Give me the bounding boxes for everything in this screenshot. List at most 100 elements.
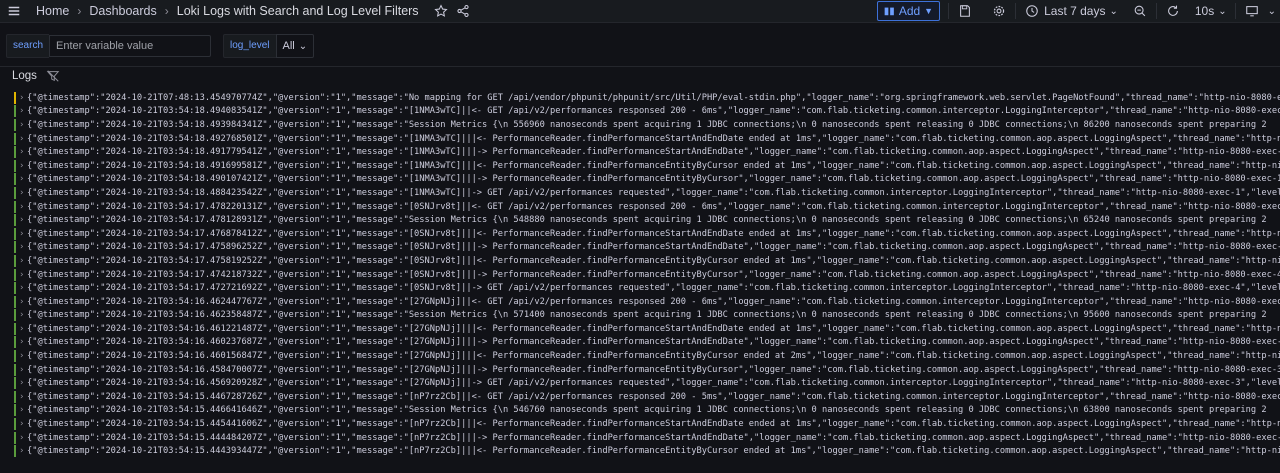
expand-chevron-icon[interactable]: ›: [19, 378, 27, 388]
refresh-interval-picker[interactable]: 10s ⌄: [1195, 4, 1227, 18]
chevron-down-icon[interactable]: ⌄: [1268, 6, 1276, 17]
expand-chevron-icon[interactable]: ›: [19, 433, 27, 443]
expand-chevron-icon[interactable]: ›: [19, 297, 27, 307]
log-row[interactable]: › {"@timestamp":"2024-10-21T03:54:16.4584…: [14, 363, 1280, 377]
chevron-down-icon: ⌄: [1109, 5, 1118, 17]
expand-chevron-icon[interactable]: ›: [19, 337, 27, 347]
clock-icon: [1024, 3, 1040, 19]
log-row[interactable]: › {"@timestamp":"2024-10-21T07:48:13.4549…: [14, 91, 1280, 105]
expand-chevron-icon[interactable]: ›: [19, 202, 27, 212]
breadcrumb-dashboards[interactable]: Dashboards: [89, 4, 156, 18]
log-level-indicator: [14, 350, 16, 363]
top-navbar: Home › Dashboards › Loki Logs with Searc…: [0, 0, 1280, 23]
log-row[interactable]: › {"@timestamp":"2024-10-21T03:54:17.4768…: [14, 227, 1280, 241]
log-row[interactable]: › {"@timestamp":"2024-10-21T03:54:17.4758…: [14, 241, 1280, 255]
log-level-indicator: [14, 186, 16, 199]
expand-chevron-icon[interactable]: ›: [19, 446, 27, 456]
chevron-right-icon: ›: [77, 4, 82, 18]
log-row[interactable]: › {"@timestamp":"2024-10-21T03:54:17.4742…: [14, 268, 1280, 282]
log-level-indicator: [14, 282, 16, 295]
log-row[interactable]: › {"@timestamp":"2024-10-21T03:54:15.4454…: [14, 417, 1280, 431]
log-row[interactable]: › {"@timestamp":"2024-10-21T03:54:18.4939…: [14, 118, 1280, 132]
log-message: {"@timestamp":"2024-10-21T03:54:15.44448…: [27, 432, 1280, 443]
breadcrumb-home[interactable]: Home: [36, 4, 69, 18]
log-row[interactable]: › {"@timestamp":"2024-10-21T03:54:15.4467…: [14, 390, 1280, 404]
logs-panel: Logs › {"@timestamp":"2024-10-21T07:48:13…: [0, 66, 1280, 473]
log-level-indicator: [14, 431, 16, 444]
log-level-indicator: [14, 241, 16, 254]
time-range-picker[interactable]: Last 7 days ⌄: [1024, 3, 1118, 19]
log-message: {"@timestamp":"2024-10-21T03:54:15.44672…: [27, 391, 1280, 402]
expand-chevron-icon[interactable]: ›: [19, 310, 27, 320]
log-row[interactable]: › {"@timestamp":"2024-10-21T03:54:16.4601…: [14, 349, 1280, 363]
log-row[interactable]: › {"@timestamp":"2024-10-21T03:54:16.4569…: [14, 376, 1280, 390]
search-variable-label: search: [6, 34, 50, 58]
search-input[interactable]: [49, 35, 212, 57]
log-row[interactable]: › {"@timestamp":"2024-10-21T03:54:17.4781…: [14, 213, 1280, 227]
expand-chevron-icon[interactable]: ›: [19, 93, 27, 103]
log-row[interactable]: › {"@timestamp":"2024-10-21T03:54:15.4444…: [14, 431, 1280, 445]
log-level-indicator: [14, 377, 16, 390]
breadcrumb: Home › Dashboards › Loki Logs with Searc…: [6, 3, 471, 19]
log-row[interactable]: › {"@timestamp":"2024-10-21T03:54:18.4916…: [14, 159, 1280, 173]
log-row[interactable]: › {"@timestamp":"2024-10-21T03:54:16.4612…: [14, 322, 1280, 336]
expand-chevron-icon[interactable]: ›: [19, 188, 27, 198]
toolbar: ▮▮ Add ▼ Last 7 days ⌄ 10s ⌄ ⌄: [876, 0, 1276, 22]
log-row[interactable]: › {"@timestamp":"2024-10-21T03:54:17.4758…: [14, 254, 1280, 268]
refresh-icon[interactable]: [1165, 3, 1181, 19]
expand-chevron-icon[interactable]: ›: [19, 392, 27, 402]
expand-chevron-icon[interactable]: ›: [19, 106, 27, 116]
expand-chevron-icon[interactable]: ›: [19, 229, 27, 239]
expand-chevron-icon[interactable]: ›: [19, 215, 27, 225]
divider: [1234, 3, 1236, 19]
log-row[interactable]: › {"@timestamp":"2024-10-21T03:54:17.4727…: [14, 281, 1280, 295]
log-row[interactable]: › {"@timestamp":"2024-10-21T03:54:15.4443…: [14, 444, 1280, 458]
log-message: {"@timestamp":"2024-10-21T03:54:16.46244…: [27, 296, 1280, 307]
log-message: {"@timestamp":"2024-10-21T03:54:16.46122…: [27, 323, 1280, 334]
log-row[interactable]: › {"@timestamp":"2024-10-21T03:54:18.4917…: [14, 145, 1280, 159]
log-level-value: All: [282, 40, 295, 52]
expand-chevron-icon[interactable]: ›: [19, 283, 27, 293]
refresh-interval-label: 10s: [1194, 4, 1215, 18]
expand-chevron-icon[interactable]: ›: [19, 256, 27, 266]
save-icon[interactable]: [957, 3, 973, 19]
zoom-out-icon[interactable]: [1132, 3, 1148, 19]
log-message: {"@timestamp":"2024-10-21T03:54:18.49177…: [27, 147, 1280, 158]
log-row[interactable]: › {"@timestamp":"2024-10-21T03:54:16.4624…: [14, 295, 1280, 309]
log-message: {"@timestamp":"2024-10-21T03:54:17.47581…: [27, 255, 1280, 266]
expand-chevron-icon[interactable]: ›: [19, 419, 27, 429]
log-row[interactable]: › {"@timestamp":"2024-10-21T03:54:18.4901…: [14, 173, 1280, 187]
log-level-indicator: [14, 159, 16, 172]
log-row[interactable]: › {"@timestamp":"2024-10-21T03:54:15.4466…: [14, 404, 1280, 418]
expand-chevron-icon[interactable]: ›: [19, 147, 27, 157]
menu-icon[interactable]: [6, 3, 22, 19]
log-level-indicator: [14, 118, 16, 131]
expand-chevron-icon[interactable]: ›: [19, 365, 27, 375]
star-icon[interactable]: [433, 3, 449, 19]
variables-bar: search log_level All ⌄: [0, 23, 1280, 69]
log-level-select[interactable]: All ⌄: [275, 34, 315, 58]
expand-chevron-icon[interactable]: ›: [19, 161, 27, 171]
settings-gear-icon[interactable]: [991, 3, 1007, 19]
chevron-down-icon: ▼: [924, 6, 934, 16]
log-row[interactable]: › {"@timestamp":"2024-10-21T03:54:16.4602…: [14, 336, 1280, 350]
expand-chevron-icon[interactable]: ›: [19, 324, 27, 334]
expand-chevron-icon[interactable]: ›: [19, 242, 27, 252]
log-row[interactable]: › {"@timestamp":"2024-10-21T03:54:18.4940…: [14, 105, 1280, 119]
tv-mode-icon[interactable]: [1244, 3, 1260, 19]
log-row[interactable]: › {"@timestamp":"2024-10-21T03:54:18.4927…: [14, 132, 1280, 146]
expand-chevron-icon[interactable]: ›: [19, 351, 27, 361]
log-row[interactable]: › {"@timestamp":"2024-10-21T03:54:17.4782…: [14, 200, 1280, 214]
log-row[interactable]: › {"@timestamp":"2024-10-21T03:54:16.4623…: [14, 309, 1280, 323]
expand-chevron-icon[interactable]: ›: [19, 270, 27, 280]
add-button[interactable]: ▮▮ Add ▼: [876, 1, 941, 21]
log-level-indicator: [14, 200, 16, 213]
log-level-indicator: [14, 173, 16, 186]
expand-chevron-icon[interactable]: ›: [19, 405, 27, 415]
share-icon[interactable]: [455, 3, 471, 19]
expand-chevron-icon[interactable]: ›: [19, 174, 27, 184]
expand-chevron-icon[interactable]: ›: [19, 134, 27, 144]
expand-chevron-icon[interactable]: ›: [19, 120, 27, 130]
filter-off-icon[interactable]: [45, 68, 61, 84]
log-row[interactable]: › {"@timestamp":"2024-10-21T03:54:18.4884…: [14, 186, 1280, 200]
